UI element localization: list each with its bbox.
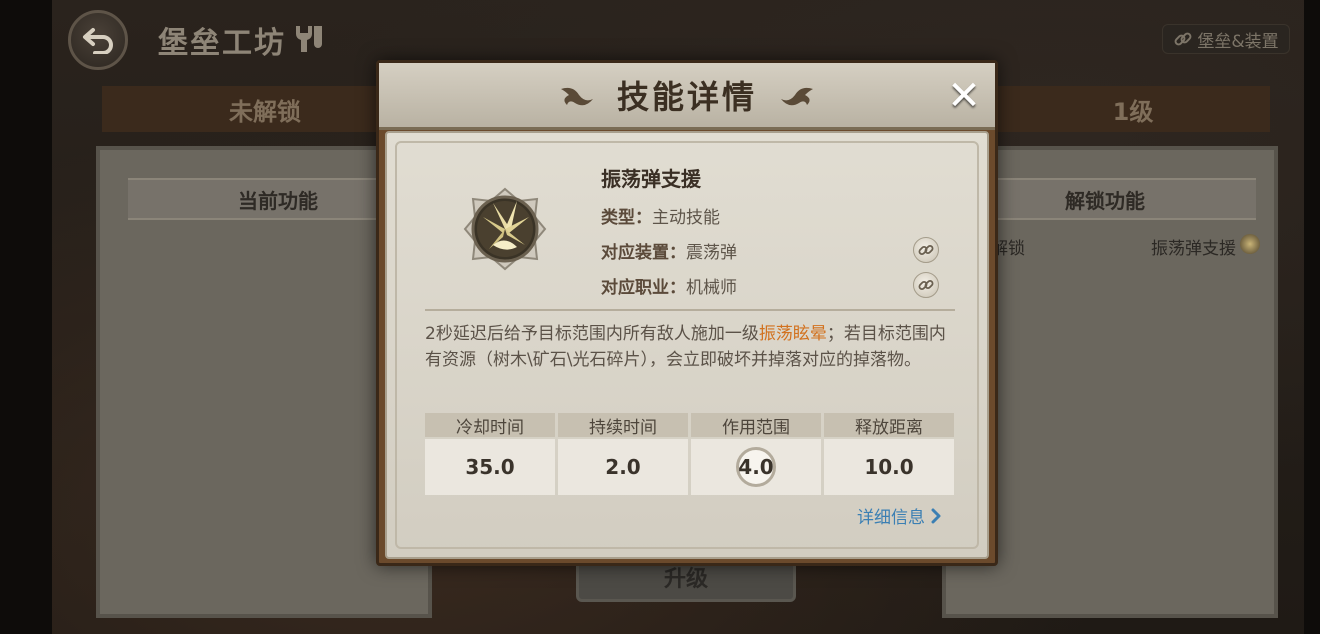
skill-type-key: 类型： [601,208,652,228]
screen-edge-right [1304,0,1320,634]
link-button-label: 堡垒&装置 [1197,31,1279,52]
skill-device-key: 对应装置： [601,243,686,263]
skill-device-row: 对应装置：震荡弹 [601,238,737,263]
stat-cast-distance: 释放距离 10.0 [824,413,954,497]
stat-value: 35.0 [425,439,555,495]
screen-edge-left [0,0,52,634]
link-icon [1174,32,1192,46]
stat-duration: 持续时间 2.0 [558,413,688,497]
skill-job-row: 对应职业：机械师 [601,273,737,298]
stat-label: 持续时间 [558,413,688,438]
stat-value: 2.0 [558,439,688,495]
shockwave-skill-icon [463,187,547,271]
skill-job-key: 对应职业： [601,278,686,298]
wrench-icon [295,26,322,52]
unlock-row-value: 振荡弹支援 [1151,239,1236,259]
stat-label: 释放距离 [824,413,954,438]
detail-info-label: 详细信息 [857,508,925,528]
title-ornament-right-icon [781,87,813,106]
range-ring: 4.0 [736,447,776,487]
stat-label: 作用范围 [691,413,821,438]
desc-part-1: 2秒延迟后给予目标范围内所有敌人施加一级 [425,324,759,344]
skill-detail-modal: 技能详情 ✕ 振荡弹支援 类型：主动技能 对应装置：震荡弹 对应职业：机械师 2… [376,60,998,566]
chain-link-icon [918,280,934,290]
stat-cooldown: 冷却时间 35.0 [425,413,555,497]
fortress-device-link-button[interactable]: 堡垒&装置 [1162,24,1290,54]
back-arrow-icon [83,28,113,54]
modal-body: 振荡弹支援 类型：主动技能 对应装置：震荡弹 对应职业：机械师 2秒延迟后给予目… [385,131,989,559]
skill-stats-table: 冷却时间 35.0 持续时间 2.0 作用范围 4.0 释放距离 10.0 [425,413,955,497]
chevron-right-icon [931,508,941,523]
stat-value: 4.0 [738,455,774,479]
desc-keyword-stun[interactable]: 振荡眩晕 [759,324,827,344]
stat-value-wrap: 4.0 [691,439,821,495]
modal-title: 技能详情 [616,78,757,116]
close-icon[interactable]: ✕ [945,76,983,116]
chain-link-icon [918,245,934,255]
job-link-button[interactable] [913,272,939,298]
stat-value: 10.0 [824,439,954,495]
skill-type-row: 类型：主动技能 [601,203,720,228]
skill-description: 2秒延迟后给予目标范围内所有敌人施加一级振荡眩晕；若目标范围内有资源（树木\矿石… [425,321,961,373]
stat-range: 作用范围 4.0 [691,413,821,497]
device-link-button[interactable] [913,237,939,263]
stat-label: 冷却时间 [425,413,555,438]
back-button[interactable] [68,10,128,70]
skill-job-value: 机械师 [686,278,737,298]
unlock-function-heading: 解锁功能 [954,178,1256,220]
skill-device-value: 震荡弹 [686,243,737,263]
skill-name: 振荡弹支援 [601,167,701,191]
divider [425,309,955,311]
detail-info-link[interactable]: 详细信息 [857,503,941,528]
tab-level-1[interactable]: 1级 [996,86,1270,132]
page-title: 堡垒工坊 [158,26,286,61]
skill-small-icon[interactable] [1240,234,1260,254]
skill-type-value: 主动技能 [652,208,720,228]
